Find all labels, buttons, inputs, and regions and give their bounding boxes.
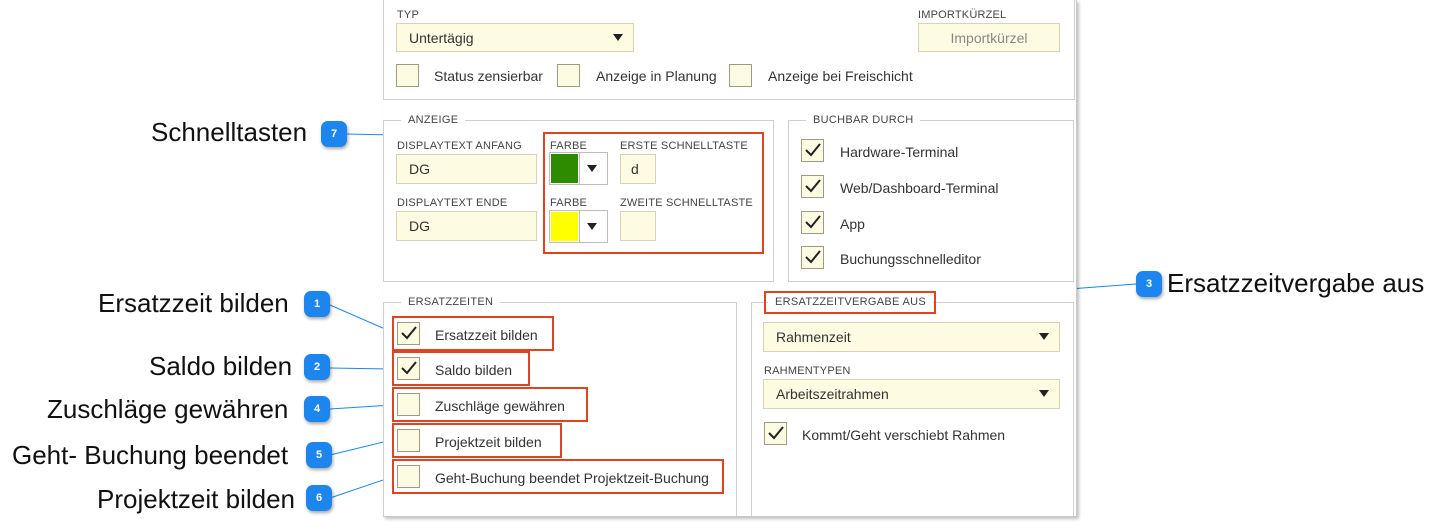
farbe1-swatch	[551, 154, 578, 183]
displaytext-anfang-label: DISPLAYTEXT ANFANG	[397, 140, 522, 152]
ersatzzeit-checkbox[interactable]	[397, 357, 420, 380]
anzeige-bei-freischicht-checkbox[interactable]	[729, 64, 752, 87]
checkmark-icon	[401, 361, 417, 375]
ersatzzeit-checkbox[interactable]	[397, 465, 420, 488]
typ-select[interactable]: Untertägig	[396, 23, 634, 52]
ersatzzeit-item-label: Saldo bilden	[435, 362, 513, 378]
checkmark-icon	[805, 179, 821, 193]
buchbar-legend: BUCHBAR DURCH	[806, 114, 921, 126]
typ-label: TYP	[397, 9, 419, 21]
kommt-geht-label: Kommt/Geht verschiebt Rahmen	[802, 427, 1006, 443]
callout-saldo-bilden: Saldo bilden	[149, 351, 293, 381]
ersatzzeit-item-label: Geht-Buchung beendet Projektzeit-Buchung	[435, 470, 709, 486]
callout-schnelltasten: Schnelltasten	[151, 117, 308, 147]
ersatzzeit-item-label: Projektzeit bilden	[435, 434, 542, 450]
callout-geht-buchung: Geht- Buchung beendet	[12, 440, 289, 470]
chevron-down-icon	[1039, 333, 1049, 340]
chevron-down-icon	[613, 33, 623, 41]
importkuerzel-label: IMPORTKÜRZEL	[918, 9, 1007, 21]
anzeige-bei-freischicht-label: Anzeige bei Freischicht	[768, 68, 913, 84]
chevron-down-icon	[587, 164, 597, 172]
chevron-down-icon	[587, 222, 597, 230]
displaytext-anfang-input[interactable]: DG	[396, 154, 537, 184]
callout-badge-5: 5	[306, 442, 332, 468]
displaytext-ende-value: DG	[409, 218, 430, 234]
importkuerzel-input[interactable]: Importkürzel	[918, 23, 1060, 52]
zweite-schnelltaste-label: ZWEITE SCHNELLTASTE	[620, 197, 753, 209]
anzeige-in-planung-label: Anzeige in Planung	[596, 68, 717, 84]
buchbar-checkbox[interactable]	[801, 211, 824, 234]
callout-ersatzzeit-bilden: Ersatzzeit bilden	[98, 288, 289, 318]
kommt-geht-checkbox[interactable]	[764, 422, 787, 445]
anzeige-legend: ANZEIGE	[401, 114, 466, 126]
callout-badge-4: 4	[304, 396, 330, 422]
ersatzzeit-checkbox[interactable]	[397, 393, 420, 416]
erste-schnelltaste-label: ERSTE SCHNELLTASTE	[620, 140, 748, 152]
callout-badge-3: 3	[1136, 271, 1162, 297]
checkmark-icon	[805, 143, 821, 157]
ersatzzeit-item-label: Zuschläge gewähren	[435, 398, 565, 414]
farbe1-label: FARBE	[550, 140, 588, 152]
checkmark-icon	[401, 326, 417, 340]
ersatzzeit-checkbox[interactable]	[397, 429, 420, 452]
buchbar-item-label: Web/Dashboard-Terminal	[840, 180, 999, 196]
rahmentypen-label: RAHMENTYPEN	[764, 365, 851, 377]
settings-panel: TYP Untertägig IMPORTKÜRZEL Importkürzel…	[383, 0, 1077, 517]
ersatzzeitvergabe-value: Rahmenzeit	[776, 329, 851, 345]
ersatzzeiten-legend: ERSATZZEITEN	[401, 296, 501, 308]
callout-badge-1: 1	[304, 291, 330, 317]
farbe2-picker[interactable]	[549, 210, 608, 243]
ersatzzeitvergabe-highlight	[764, 291, 936, 314]
farbe2-label: FARBE	[550, 197, 588, 209]
buchbar-item-label: App	[840, 216, 865, 232]
status-zensierbar-label: Status zensierbar	[434, 68, 543, 84]
checkmark-icon	[768, 426, 784, 440]
buchbar-checkbox[interactable]	[801, 139, 824, 162]
callout-badge-2: 2	[304, 354, 330, 380]
checkmark-icon	[805, 250, 821, 264]
typ-value: Untertägig	[409, 29, 474, 46]
zweite-schnelltaste-input[interactable]	[620, 211, 656, 241]
displaytext-ende-label: DISPLAYTEXT ENDE	[397, 197, 508, 209]
status-zensierbar-checkbox[interactable]	[396, 64, 419, 87]
ersatzzeitvergabe-select[interactable]: Rahmenzeit	[763, 322, 1060, 352]
callout-zuschlaege: Zuschläge gewähren	[47, 394, 289, 424]
buchbar-checkbox[interactable]	[801, 246, 824, 269]
farbe2-swatch	[551, 212, 578, 241]
importkuerzel-placeholder: Importkürzel	[950, 29, 1028, 46]
chevron-down-icon	[1039, 390, 1049, 397]
callout-ersatzzeitvergabe: Ersatzzeitvergabe aus	[1167, 268, 1425, 298]
erste-schnelltaste-input[interactable]: d	[620, 154, 656, 184]
erste-schnelltaste-value: d	[631, 161, 639, 177]
buchbar-item-label: Hardware-Terminal	[840, 144, 959, 160]
buchbar-checkbox[interactable]	[801, 175, 824, 198]
rahmentypen-select[interactable]: Arbeitszeitrahmen	[763, 379, 1060, 409]
callout-projektzeit-bilden: Projektzeit bilden	[97, 484, 295, 514]
displaytext-anfang-value: DG	[409, 161, 430, 177]
callout-badge-6: 6	[306, 485, 332, 511]
ersatzzeit-checkbox[interactable]	[397, 322, 420, 345]
displaytext-ende-input[interactable]: DG	[396, 211, 537, 241]
checkmark-icon	[805, 215, 821, 229]
ersatzzeit-item-label: Ersatzzeit bilden	[435, 327, 538, 343]
rahmentypen-value: Arbeitszeitrahmen	[776, 386, 889, 402]
anzeige-in-planung-checkbox[interactable]	[557, 64, 580, 87]
farbe1-picker[interactable]	[549, 152, 608, 185]
buchbar-item-label: Buchungsschnelleditor	[840, 251, 981, 267]
callout-badge-7: 7	[321, 121, 347, 147]
